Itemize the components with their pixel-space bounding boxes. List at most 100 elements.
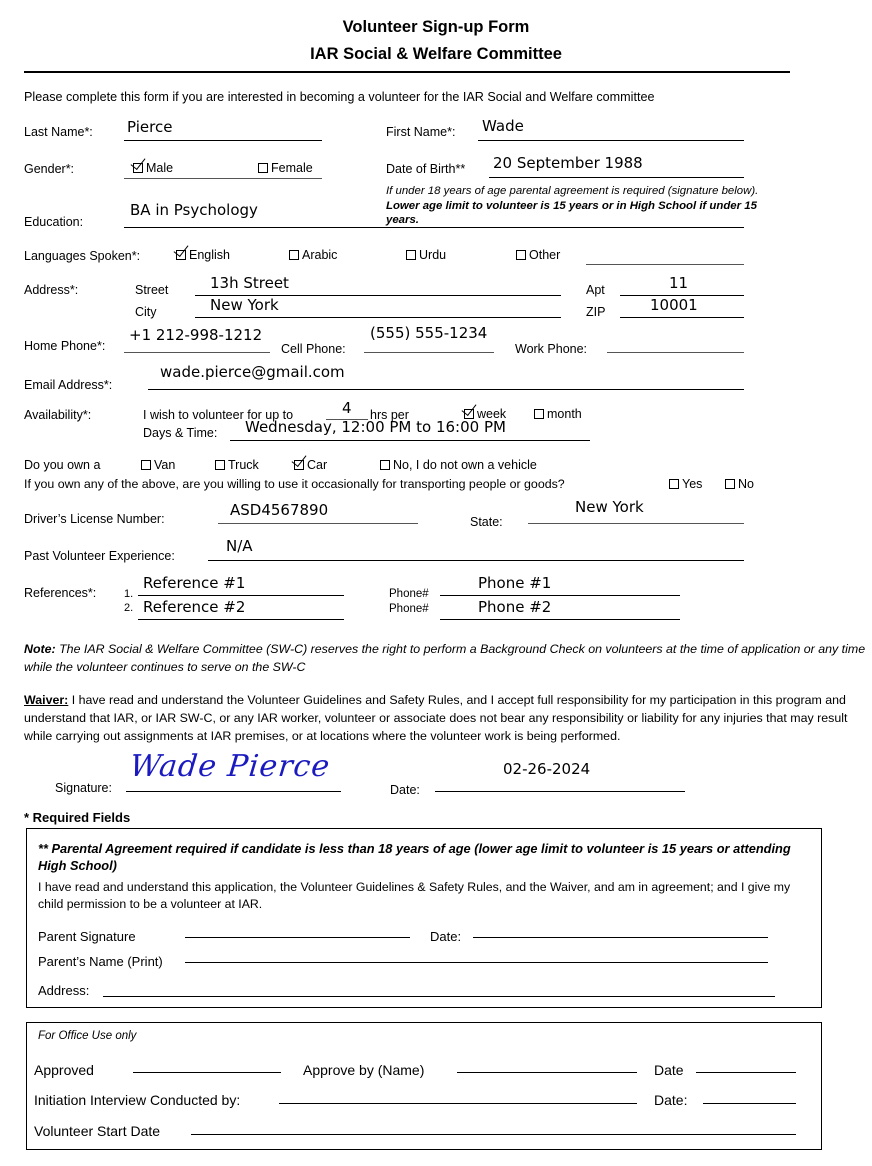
zip-label: ZIP xyxy=(586,305,606,319)
city-line[interactable] xyxy=(195,317,561,318)
office-approve-by-line[interactable] xyxy=(457,1072,637,1073)
checkbox-truck-icon[interactable] xyxy=(215,460,225,470)
cell-phone-value[interactable]: (555) 555-1234 xyxy=(370,326,487,341)
checkbox-female-icon[interactable] xyxy=(258,163,268,173)
reference-1-phone[interactable]: Phone #1 xyxy=(478,576,551,591)
vehicle-label: Do you own a xyxy=(24,458,101,472)
experience-value[interactable]: N/A xyxy=(226,539,253,554)
apt-label: Apt xyxy=(586,283,605,297)
form-title-line2: IAR Social & Welfare Committee xyxy=(310,45,562,63)
reference-1-name[interactable]: Reference #1 xyxy=(143,576,245,591)
zip-value[interactable]: 10001 xyxy=(650,298,698,313)
signature-line[interactable] xyxy=(126,791,341,792)
days-time-value[interactable]: Wednesday, 12:00 PM to 16:00 PM xyxy=(245,420,506,435)
home-phone-value[interactable]: +1 212-998-1212 xyxy=(129,328,262,343)
signature-date-line[interactable] xyxy=(435,791,685,792)
cell-phone-line[interactable] xyxy=(364,352,494,353)
checkbox-willing-yes-icon[interactable] xyxy=(669,479,679,489)
checkbox-van-icon[interactable] xyxy=(141,460,151,470)
home-phone-line[interactable] xyxy=(124,352,270,353)
availability-period-month-label: month xyxy=(547,407,582,421)
language-option-english-label: English xyxy=(189,248,230,262)
reference-2-phone-line[interactable] xyxy=(440,619,680,620)
parental-date-line[interactable] xyxy=(473,937,768,938)
checkbox-arabic-icon[interactable] xyxy=(289,250,299,260)
vehicle-willing-no[interactable]: No xyxy=(725,477,754,491)
days-time-line[interactable] xyxy=(230,440,590,441)
office-date-line[interactable] xyxy=(696,1072,796,1073)
cell-phone-label: Cell Phone: xyxy=(281,342,346,356)
vehicle-option-van[interactable]: Van xyxy=(141,458,175,472)
street-label: Street xyxy=(135,283,169,297)
gender-option-male[interactable]: Male xyxy=(133,161,173,175)
checkbox-english-icon[interactable] xyxy=(176,250,186,260)
vehicle-willing-no-label: No xyxy=(738,477,754,491)
availability-hours-value[interactable]: 4 xyxy=(342,401,352,416)
office-start-date-line[interactable] xyxy=(191,1134,796,1135)
vehicle-willing-question: If you own any of the above, are you wil… xyxy=(24,477,565,491)
state-value[interactable]: New York xyxy=(575,500,644,515)
checkbox-urdu-icon[interactable] xyxy=(406,250,416,260)
checkbox-other-icon[interactable] xyxy=(516,250,526,260)
language-option-arabic[interactable]: Arabic xyxy=(289,248,337,262)
checkbox-male-icon[interactable] xyxy=(133,163,143,173)
vehicle-option-car[interactable]: Car xyxy=(294,458,327,472)
vehicle-option-van-label: Van xyxy=(154,458,176,472)
first-name-value[interactable]: Wade xyxy=(482,119,524,134)
office-approved-line[interactable] xyxy=(133,1072,281,1073)
language-option-urdu[interactable]: Urdu xyxy=(406,248,446,262)
street-value[interactable]: 13h Street xyxy=(210,276,289,291)
vehicle-willing-yes[interactable]: Yes xyxy=(669,477,702,491)
license-line[interactable] xyxy=(218,523,418,524)
gender-line xyxy=(124,178,322,179)
dob-line[interactable] xyxy=(489,177,744,178)
state-line[interactable] xyxy=(528,523,744,524)
signature-value[interactable]: Wade Pierce xyxy=(128,749,332,784)
signature-date-value[interactable]: 02-26-2024 xyxy=(503,762,590,777)
work-phone-label: Work Phone: xyxy=(515,342,588,356)
apt-value[interactable]: 11 xyxy=(669,276,688,291)
reference-2-line[interactable] xyxy=(138,619,344,620)
language-option-english[interactable]: English xyxy=(176,248,230,262)
references-label: References*: xyxy=(24,586,97,600)
office-approve-by-label: Approve by (Name) xyxy=(303,1062,425,1078)
experience-line[interactable] xyxy=(208,560,744,561)
reference-2-phone-label: Phone# xyxy=(389,603,429,615)
reference-2-name[interactable]: Reference #2 xyxy=(143,600,245,615)
checkbox-no-vehicle-icon[interactable] xyxy=(380,460,390,470)
parental-address-line[interactable] xyxy=(103,996,775,997)
language-other-line[interactable] xyxy=(586,264,744,265)
first-name-label: First Name*: xyxy=(386,125,456,139)
vehicle-option-none[interactable]: No, I do not own a vehicle xyxy=(380,458,537,472)
email-line[interactable] xyxy=(148,389,744,390)
vehicle-option-truck[interactable]: Truck xyxy=(215,458,259,472)
checkbox-car-icon[interactable] xyxy=(294,460,304,470)
availability-period-month[interactable]: month xyxy=(534,407,582,421)
address-label: Address*: xyxy=(24,283,79,297)
reference-1-line[interactable] xyxy=(138,595,344,596)
reference-2-phone[interactable]: Phone #2 xyxy=(478,600,551,615)
office-interview-label: Initiation Interview Conducted by: xyxy=(34,1092,241,1108)
gender-option-female[interactable]: Female xyxy=(258,161,313,175)
reference-1-phone-label: Phone# xyxy=(389,588,429,600)
dob-value[interactable]: 20 September 1988 xyxy=(493,156,643,171)
city-value[interactable]: New York xyxy=(210,298,279,313)
office-interview-line[interactable] xyxy=(279,1103,637,1104)
checkbox-willing-no-icon[interactable] xyxy=(725,479,735,489)
education-line[interactable] xyxy=(124,227,744,228)
checkbox-month-icon[interactable] xyxy=(534,409,544,419)
office-interview-date-line[interactable] xyxy=(703,1103,796,1104)
zip-line[interactable] xyxy=(620,317,744,318)
license-value[interactable]: ASD4567890 xyxy=(230,503,328,518)
parent-signature-line[interactable] xyxy=(185,937,410,938)
email-value[interactable]: wade.pierce@gmail.com xyxy=(160,365,345,380)
last-name-value[interactable]: Pierce xyxy=(127,120,172,135)
language-option-other[interactable]: Other xyxy=(516,248,560,262)
first-name-line[interactable] xyxy=(478,140,744,141)
education-value[interactable]: BA in Psychology xyxy=(130,203,258,218)
work-phone-line[interactable] xyxy=(607,352,744,353)
parent-name-line[interactable] xyxy=(185,962,768,963)
last-name-line[interactable] xyxy=(124,140,322,141)
vehicle-willing-yes-label: Yes xyxy=(682,477,703,491)
reference-1-phone-line[interactable] xyxy=(440,595,680,596)
